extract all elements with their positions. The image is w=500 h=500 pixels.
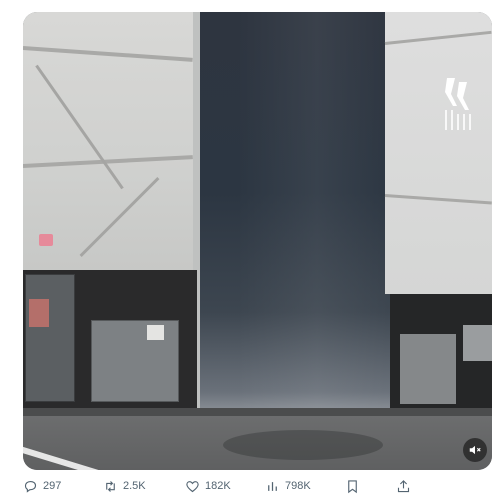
heart-icon bbox=[186, 480, 199, 492]
scene-cabinet bbox=[463, 325, 492, 361]
scene-cabinet bbox=[400, 334, 456, 404]
tweet-action-bar: 297 2.5K 182K 798K bbox=[23, 476, 483, 496]
scene-wall-right bbox=[385, 12, 492, 294]
repost-icon bbox=[106, 480, 115, 492]
repost-button[interactable]: 2.5K bbox=[103, 476, 146, 496]
share-icon bbox=[397, 479, 410, 492]
logo-watermark-icon bbox=[445, 78, 471, 130]
mute-button[interactable] bbox=[463, 438, 487, 462]
speaker-muted-icon bbox=[469, 445, 481, 455]
like-button[interactable]: 182K bbox=[185, 476, 231, 496]
like-count: 182K bbox=[205, 480, 231, 492]
scene-water-curtain bbox=[197, 12, 411, 412]
scene-puddle bbox=[223, 430, 383, 460]
reply-button[interactable]: 297 bbox=[23, 476, 61, 496]
bookmark-icon bbox=[348, 479, 357, 493]
repost-count: 2.5K bbox=[123, 480, 146, 492]
views-count: 798K bbox=[285, 480, 311, 492]
bookmark-button[interactable] bbox=[345, 476, 360, 496]
scene-cabinet bbox=[25, 274, 75, 402]
scene-sign bbox=[39, 234, 53, 246]
scene-curb bbox=[23, 408, 492, 416]
reply-icon bbox=[24, 480, 37, 493]
video-player[interactable] bbox=[23, 12, 492, 470]
scene-cabinet bbox=[91, 320, 179, 402]
reply-count: 297 bbox=[43, 480, 62, 492]
tweet-card: 297 2.5K 182K 798K bbox=[0, 0, 500, 500]
share-button[interactable] bbox=[396, 476, 411, 496]
views-chart-icon bbox=[268, 481, 277, 491]
views-button[interactable]: 798K bbox=[265, 476, 311, 496]
